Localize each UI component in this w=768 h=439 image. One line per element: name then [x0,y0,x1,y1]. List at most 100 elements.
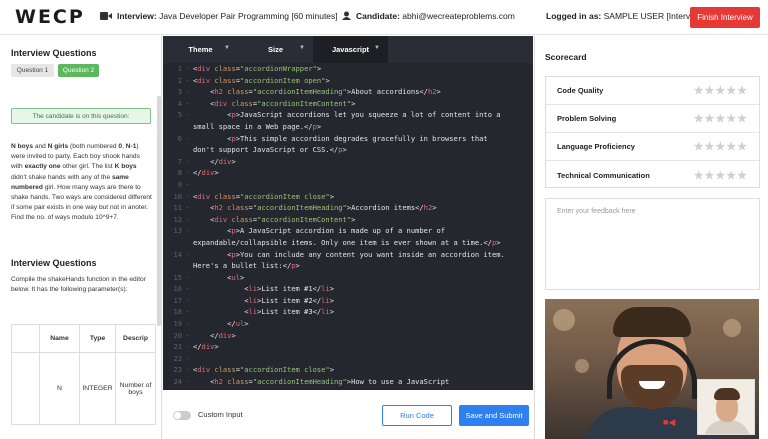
problem-statement: N boys and N girls (both numbered 0, N-1… [11,143,152,222]
fold-marker: · [185,353,190,363]
parameters-table: Name Type Descrip N INTEGER Number of bo… [11,324,156,425]
code-line: 21 · </div> [163,341,533,353]
table-header-name: Name [39,324,80,353]
line-number: 2 [177,75,182,85]
code-line: 9 · [163,179,533,191]
code-text: <p>JavaScript accordions let you squeeze… [193,110,501,120]
fold-marker: · [185,342,190,352]
code-text: <li>List item #3</li> [193,307,334,317]
code-text: <p>This simple accordion degrades gracef… [193,133,488,143]
star-rating[interactable]: ★★★★★ [694,112,748,125]
finish-interview-button[interactable]: Finish Interview [690,7,760,28]
fold-marker: · [185,377,190,387]
line-number: 8 [177,168,182,178]
questions-title: Interview Questions [11,48,97,58]
table-cell-blank [11,352,40,425]
code-line: 1 · <div class="accordionWrapper"> [163,63,533,75]
code-text: </div> [193,330,236,340]
score-row-code-quality: Code Quality ★★★★★ [546,77,759,105]
candidate-value: abhi@wecreateproblems.com [402,11,515,21]
line-number: 23 [173,365,182,375]
questions-panel: Interview Questions Question 1 Question … [0,36,162,439]
code-area[interactable]: 1 · <div class="accordionWrapper"> 2 · <div c… [163,63,533,390]
code-text: <div class="accordionItemContent"> [193,214,356,224]
video-camera-icon [100,11,112,22]
line-number: 17 [173,295,182,305]
language-dropdown[interactable]: Javascript ▼ [313,36,388,63]
fold-marker: · [185,203,190,213]
scorecard-panel: Scorecard Code Quality ★★★★★ Problem Solv… [534,36,768,439]
custom-input-toggle[interactable] [173,411,191,420]
code-text: <p>You can include any content you want … [193,249,505,259]
line-number: 4 [177,98,182,108]
tab-question-2[interactable]: Question 2 [58,64,99,77]
questions-scrollbar[interactable] [157,96,161,326]
line-number [163,121,185,133]
camera-off-icon[interactable]: ■◀ [663,417,675,428]
table-cell-name: N [39,352,80,425]
code-line: 23 · <div class="accordionItem close"> [163,364,533,376]
line-number: 5 [177,110,182,120]
scorecard-title: Scorecard [545,52,587,62]
star-rating[interactable]: ★★★★★ [694,169,748,182]
code-line: 2 · <div class="accordionItem open"> [163,75,533,87]
table-row: N INTEGER Number of boys [11,352,156,425]
interview-info: Interview: Java Developer Pair Programmi… [100,11,338,22]
code-text: </div> [193,342,219,352]
chevron-down-icon: ▼ [374,45,380,51]
line-number: 24 [173,377,182,387]
interview-value: Java Developer Pair Programming [60 minu… [159,11,338,21]
code-line: 6 · <p>This simple accordion degrades gra… [163,133,533,145]
candidate-body [704,420,750,434]
candidate-hair [714,388,740,400]
tab-question-1[interactable]: Question 1 [11,64,54,77]
fold-marker: · [185,75,190,85]
code-text: </div> [193,156,236,166]
code-text: <div class="accordionWrapper"> [193,64,322,73]
logo: WECP [15,6,85,28]
line-number: 9 [177,179,182,189]
chevron-down-icon: ▼ [299,45,305,51]
line-number: 18 [173,307,182,317]
code-line: 22 · [163,353,533,365]
code-editor: Theme ▼ Size ▼ Javascript ▼ 1 · <div class="a… [163,36,533,390]
code-line: 7 · </div> [163,156,533,168]
code-line: 14 · <p>You can include any content you w… [163,249,533,261]
size-dropdown[interactable]: Size ▼ [238,36,313,63]
run-code-button[interactable]: Run Code [382,405,452,426]
score-row-problem-solving: Problem Solving ★★★★★ [546,105,759,133]
line-number: 10 [173,191,182,201]
candidate-video-pip[interactable] [697,379,755,435]
score-label: Language Proficiency [557,142,635,151]
table-header-description: Descrip [115,324,156,353]
fold-marker: · [185,110,190,120]
bokeh-light [553,309,575,331]
custom-input-label: Custom Input [198,410,243,419]
save-submit-button[interactable]: Save and Submit [459,405,529,426]
fold-marker [185,260,193,272]
star-rating[interactable]: ★★★★★ [694,84,748,97]
feedback-textarea[interactable]: Enter your feedback here [545,198,760,290]
bokeh-light [575,359,589,373]
fold-marker: · [185,249,190,259]
line-number: 13 [173,226,182,236]
fold-marker: · [185,284,190,294]
line-number: 14 [173,249,182,259]
code-line: 16 · <li>List item #1</li> [163,283,533,295]
scorecard-box: Code Quality ★★★★★ Problem Solving ★★★★★ L… [545,76,760,188]
fold-marker: · [185,307,190,317]
fold-marker: · [185,156,190,166]
interviewer-hair [613,307,691,337]
fold-marker [185,144,193,156]
fold-marker: · [185,226,190,236]
theme-dropdown[interactable]: Theme ▼ [163,36,238,63]
fold-marker [185,237,193,249]
star-rating[interactable]: ★★★★★ [694,140,748,153]
section-title: Interview Questions [11,258,97,268]
code-text: </div> [193,168,219,178]
logged-label: Logged in as: [546,11,602,21]
theme-label: Theme [188,45,213,54]
code-line: expandable/collapsible items. Only one i… [163,237,533,249]
code-line: small space in a Web page.</p> [163,121,533,133]
code-text: <div class="accordionItemContent"> [193,98,356,108]
